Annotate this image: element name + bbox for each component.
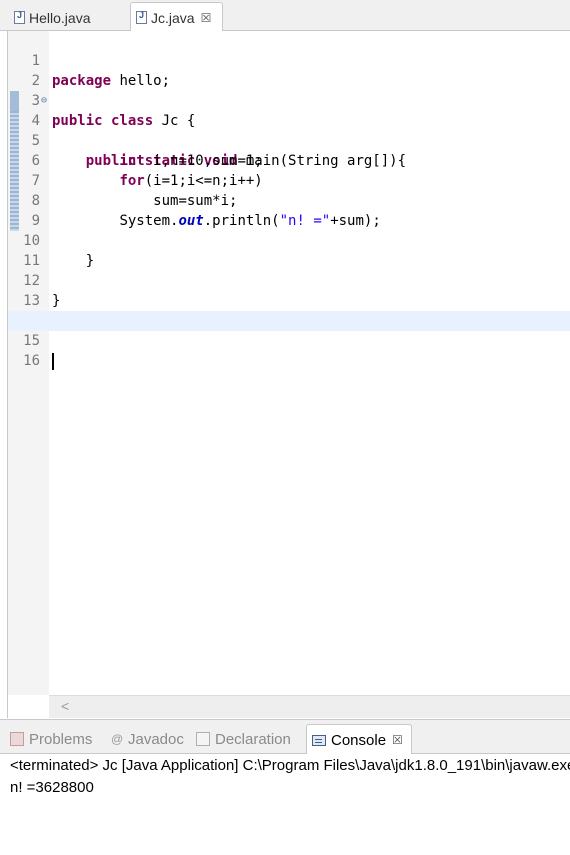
line-number: 16 <box>23 353 40 369</box>
code-text <box>52 351 54 371</box>
declaration-icon <box>196 732 210 746</box>
code-line[interactable]: 10 } <box>8 211 570 269</box>
code-line-current[interactable]: 15 <box>8 311 570 370</box>
fold-collapse-icon[interactable]: ⊖ <box>41 91 47 111</box>
console-icon <box>312 734 326 746</box>
code-line[interactable]: 12 } <box>8 251 570 309</box>
code-line[interactable]: 9 <box>8 191 570 229</box>
java-file-icon <box>136 10 147 24</box>
code-editor[interactable]: 1 package hello; 2 3 public class Jc { 4… <box>7 31 570 718</box>
tab-problems[interactable]: Problems <box>10 727 92 751</box>
tab-label: Hello.java <box>29 9 91 26</box>
code-line[interactable]: 2 <box>8 51 570 89</box>
tab-label: Javadoc <box>128 730 184 748</box>
tab-declaration[interactable]: Declaration <box>196 727 291 751</box>
tab-javadoc[interactable]: @ Javadoc <box>111 727 184 751</box>
tab-label: Problems <box>29 730 93 748</box>
close-icon[interactable]: ☒ <box>392 733 403 747</box>
console-header: <terminated> Jc [Java Application] C:\Pr… <box>10 757 570 774</box>
problems-icon <box>10 732 24 746</box>
code-line[interactable]: 7 sum=sum*i; <box>8 151 570 209</box>
scroll-left-icon[interactable]: < <box>61 698 69 714</box>
code-line[interactable]: 5 int i,n=10,sum=1; <box>8 111 570 169</box>
code-line[interactable]: 16 <box>8 331 570 369</box>
console-output[interactable]: <terminated> Jc [Java Application] C:\Pr… <box>0 754 570 855</box>
console-output-line: n! =3628800 <box>10 779 94 796</box>
code-line[interactable]: 6 for(i=1;i<=n;i++) <box>8 131 570 189</box>
code-line[interactable]: 11 <box>8 231 570 269</box>
close-icon[interactable]: ☒ <box>201 11 212 25</box>
editor-tab-bar: Hello.java Jc.java ☒ <box>0 0 570 32</box>
views-tab-bar: Problems @ Javadoc Declaration Console ☒ <box>0 719 570 755</box>
code-line[interactable]: 8 System.out.println("n! ="+sum); <box>8 171 570 229</box>
code-line[interactable]: 4 ⊖ public static void main(String arg[]… <box>8 91 570 169</box>
tab-jc-java[interactable]: Jc.java ☒ <box>130 2 223 32</box>
code-line[interactable]: 14 <box>8 291 570 329</box>
code-line[interactable]: 1 package hello; <box>8 31 570 89</box>
code-line[interactable]: 3 public class Jc { <box>8 71 570 129</box>
tab-label: Jc.java <box>151 9 195 26</box>
java-file-icon <box>14 10 25 24</box>
horizontal-scrollbar[interactable]: < <box>49 695 570 718</box>
tab-hello-java[interactable]: Hello.java <box>14 4 90 31</box>
javadoc-at-icon: @ <box>111 732 124 746</box>
code-line[interactable]: 13 <box>8 271 570 309</box>
text-caret <box>52 352 54 370</box>
tab-console[interactable]: Console ☒ <box>306 724 412 755</box>
tab-label: Declaration <box>215 730 291 748</box>
tab-label: Console <box>331 731 387 749</box>
